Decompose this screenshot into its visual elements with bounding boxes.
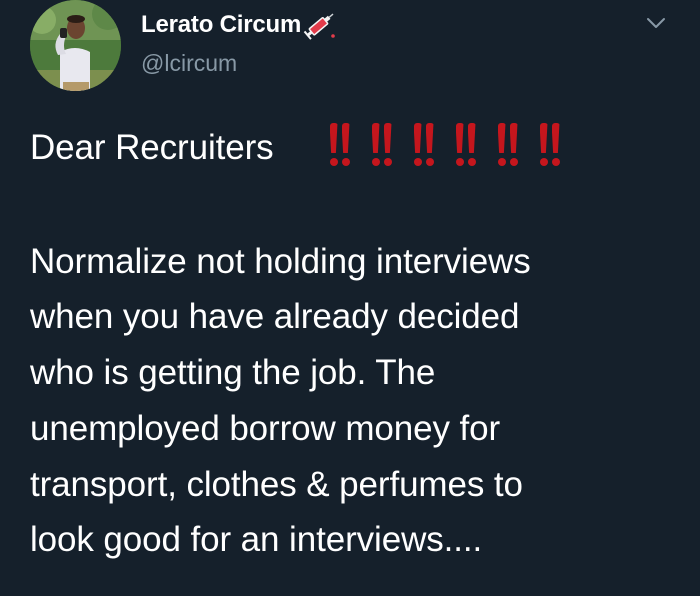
tweet-body-line: who is getting the job. The: [30, 353, 436, 392]
double-exclamation-icon: [532, 123, 567, 167]
double-exclamation-icons: [322, 123, 567, 167]
chevron-down-icon[interactable]: [645, 12, 667, 34]
tweet-body-line: when you have already decided: [30, 297, 520, 336]
tweet-body-line: transport, clothes & perfumes to: [30, 465, 523, 504]
avatar[interactable]: [30, 0, 121, 91]
double-exclamation-icon: [364, 123, 399, 167]
syringe-icon: [303, 10, 337, 40]
tweet-body-line: look good for an interviews....: [30, 520, 483, 559]
tweet-heading: Dear Recruiters: [30, 128, 274, 167]
avatar-photo: [30, 0, 121, 91]
tweet-body-line: Normalize not holding interviews: [30, 242, 531, 281]
double-exclamation-icon: [406, 123, 441, 167]
double-exclamation-icon: [490, 123, 525, 167]
tweet-card[interactable]: Lerato Circum @lcircum Dear Recruiters N…: [0, 0, 700, 596]
tweet-body-line: unemployed borrow money for: [30, 409, 501, 448]
double-exclamation-icon: [322, 123, 357, 167]
author-name-row[interactable]: Lerato Circum: [141, 10, 337, 40]
author-handle[interactable]: @lcircum: [141, 50, 237, 77]
author-display-name[interactable]: Lerato Circum: [141, 11, 301, 39]
double-exclamation-icon: [448, 123, 483, 167]
